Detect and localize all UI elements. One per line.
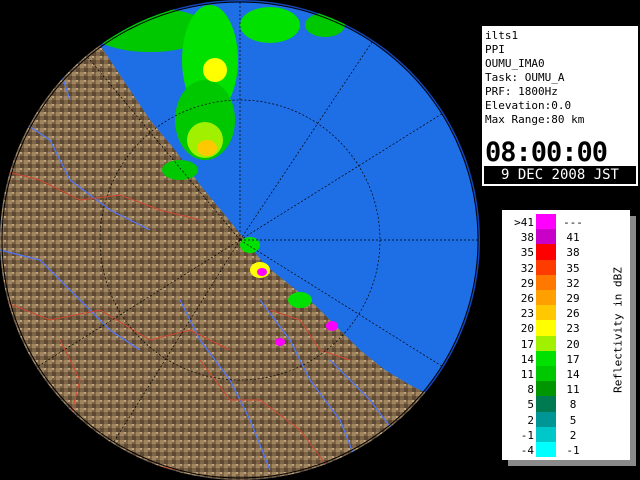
legend-swatch xyxy=(536,320,556,336)
side-panel: ilts1 PPI OUMU_IMA0 Task: OUMU_A PRF: 18… xyxy=(480,0,640,480)
legend-row: -4 -1 xyxy=(502,442,630,459)
legend-swatch xyxy=(536,442,556,458)
legend-swatch xyxy=(536,290,556,306)
legend-swatch xyxy=(536,214,556,230)
elevation-value: Elevation:0.0 xyxy=(485,99,572,112)
legend-swatch xyxy=(536,244,556,260)
info-panel: ilts1 PPI OUMU_IMA0 Task: OUMU_A PRF: 18… xyxy=(482,26,638,186)
legend-swatch xyxy=(536,274,556,290)
observation-time: 08:00:00 xyxy=(485,137,608,168)
max-range-value: Max Range:80 km xyxy=(485,113,585,126)
legend-swatch xyxy=(536,350,556,366)
radar-map xyxy=(0,0,480,480)
prf-value: PRF: 1800Hz xyxy=(485,85,558,98)
radar-ppi-display[interactable] xyxy=(0,0,480,480)
reflectivity-legend: >41 --- 38 41 35 38 32 35 29 32 26 29 23 26 20 23 17 20 14… xyxy=(502,210,630,460)
legend-swatch xyxy=(536,259,556,275)
legend-swatch xyxy=(536,335,556,351)
legend-swatch xyxy=(536,411,556,427)
legend-swatch xyxy=(536,396,556,412)
legend-lower-bound: -4 xyxy=(520,444,534,457)
legend-title: Reflectivity in dBZ xyxy=(611,267,625,393)
site-name: OUMU_IMA0 xyxy=(485,57,545,70)
legend-swatch xyxy=(536,305,556,321)
legend-swatch xyxy=(536,366,556,382)
observation-date: 9 DEC 2008 JST xyxy=(484,166,636,184)
legend-swatch xyxy=(536,381,556,397)
legend-swatch xyxy=(536,229,556,245)
product-type: PPI xyxy=(485,43,505,56)
task-name: Task: OUMU_A xyxy=(485,71,565,84)
legend-swatch xyxy=(536,426,556,442)
legend-upper-bound: -1 xyxy=(566,444,580,457)
radar-name: ilts1 xyxy=(485,29,519,42)
